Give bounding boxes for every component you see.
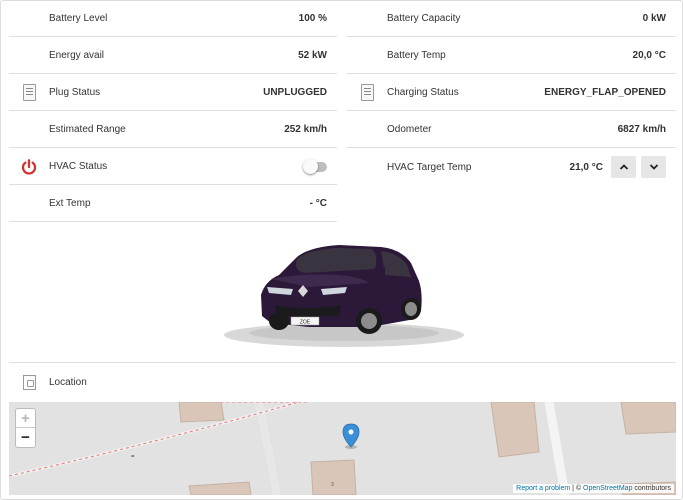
map-zoom-control: + − <box>15 408 36 448</box>
dashboard-card: Battery Level 100 % Energy avail 52 kW P… <box>0 0 683 500</box>
battery-level-value: 100 % <box>298 13 327 24</box>
row-charging-status: Charging Status ENERGY_FLAP_OPENED <box>347 75 676 111</box>
row-battery-level: Battery Level 100 % <box>9 1 337 37</box>
attribution-suffix: contributors <box>632 485 671 492</box>
battery-temp-label: Battery Temp <box>387 50 446 61</box>
hvac-target-temp-label: HVAC Target Temp <box>387 161 472 173</box>
row-battery-capacity: Battery Capacity 0 kW <box>347 1 676 37</box>
energy-avail-label: Energy avail <box>49 50 105 61</box>
attribution-separator: | © <box>570 485 584 492</box>
plug-status-value: UNPLUGGED <box>263 87 327 98</box>
battery-temp-value: 20,0 °C <box>632 50 666 61</box>
car-plate: ZOE <box>300 320 311 326</box>
report-problem-link[interactable]: Report a problem <box>516 485 570 492</box>
ext-temp-label: Ext Temp <box>49 198 91 209</box>
charging-status-label: Charging Status <box>387 87 459 98</box>
house-number: 3 <box>331 482 334 488</box>
document-icon <box>22 84 36 101</box>
osm-link[interactable]: OpenStreetMap <box>583 485 632 492</box>
battery-level-label: Battery Level <box>49 13 108 24</box>
row-estimated-range: Estimated Range 252 km/h <box>9 112 337 148</box>
zoom-in-button[interactable]: + <box>16 409 35 428</box>
hvac-target-temp-value: 21,0 °C <box>569 161 603 173</box>
battery-capacity-value: 0 kW <box>642 13 666 24</box>
chevron-down-icon <box>649 164 658 170</box>
document-icon <box>360 84 374 101</box>
power-icon <box>9 149 49 185</box>
map-tiles: = 3 <box>9 402 676 495</box>
ext-temp-value: - °C <box>309 198 327 209</box>
hvac-toggle[interactable] <box>303 158 327 174</box>
location-row: Location <box>9 363 676 401</box>
row-battery-temp: Battery Temp 20,0 °C <box>347 38 676 74</box>
map-document-icon <box>22 374 36 390</box>
map-attribution: Report a problem | © OpenStreetMap contr… <box>513 484 674 493</box>
row-energy-avail: Energy avail 52 kW <box>9 38 337 74</box>
row-hvac-status: HVAC Status <box>9 149 337 185</box>
hvac-status-label: HVAC Status <box>49 161 108 172</box>
map-marker-icon[interactable] <box>342 423 360 449</box>
svg-text:=: = <box>131 454 135 460</box>
temp-down-button[interactable] <box>641 156 666 178</box>
odometer-label: Odometer <box>387 124 432 135</box>
row-hvac-target-temp: HVAC Target Temp 21,0 °C <box>347 149 676 185</box>
estimated-range-value: 252 km/h <box>284 124 327 135</box>
battery-capacity-label: Battery Capacity <box>387 13 461 24</box>
charging-status-value: ENERGY_FLAP_OPENED <box>544 87 666 98</box>
car-image-area: ZOE <box>9 223 676 363</box>
temp-up-button[interactable] <box>611 156 636 178</box>
plug-status-label: Plug Status <box>49 87 101 98</box>
temp-stepper <box>611 156 666 178</box>
location-map[interactable]: = 3 + − Report a problem | © OpenStreetM… <box>9 402 676 495</box>
chevron-up-icon <box>619 164 628 170</box>
odometer-value: 6827 km/h <box>617 124 666 135</box>
car-image: ZOE <box>224 245 464 347</box>
estimated-range-label: Estimated Range <box>49 124 126 135</box>
row-ext-temp: Ext Temp - °C <box>9 186 337 222</box>
toggle-knob <box>303 158 318 174</box>
row-plug-status: Plug Status UNPLUGGED <box>9 75 337 111</box>
energy-avail-value: 52 kW <box>298 50 327 61</box>
location-label: Location <box>49 376 87 388</box>
row-odometer: Odometer 6827 km/h <box>347 112 676 148</box>
zoom-out-button[interactable]: − <box>16 428 35 447</box>
